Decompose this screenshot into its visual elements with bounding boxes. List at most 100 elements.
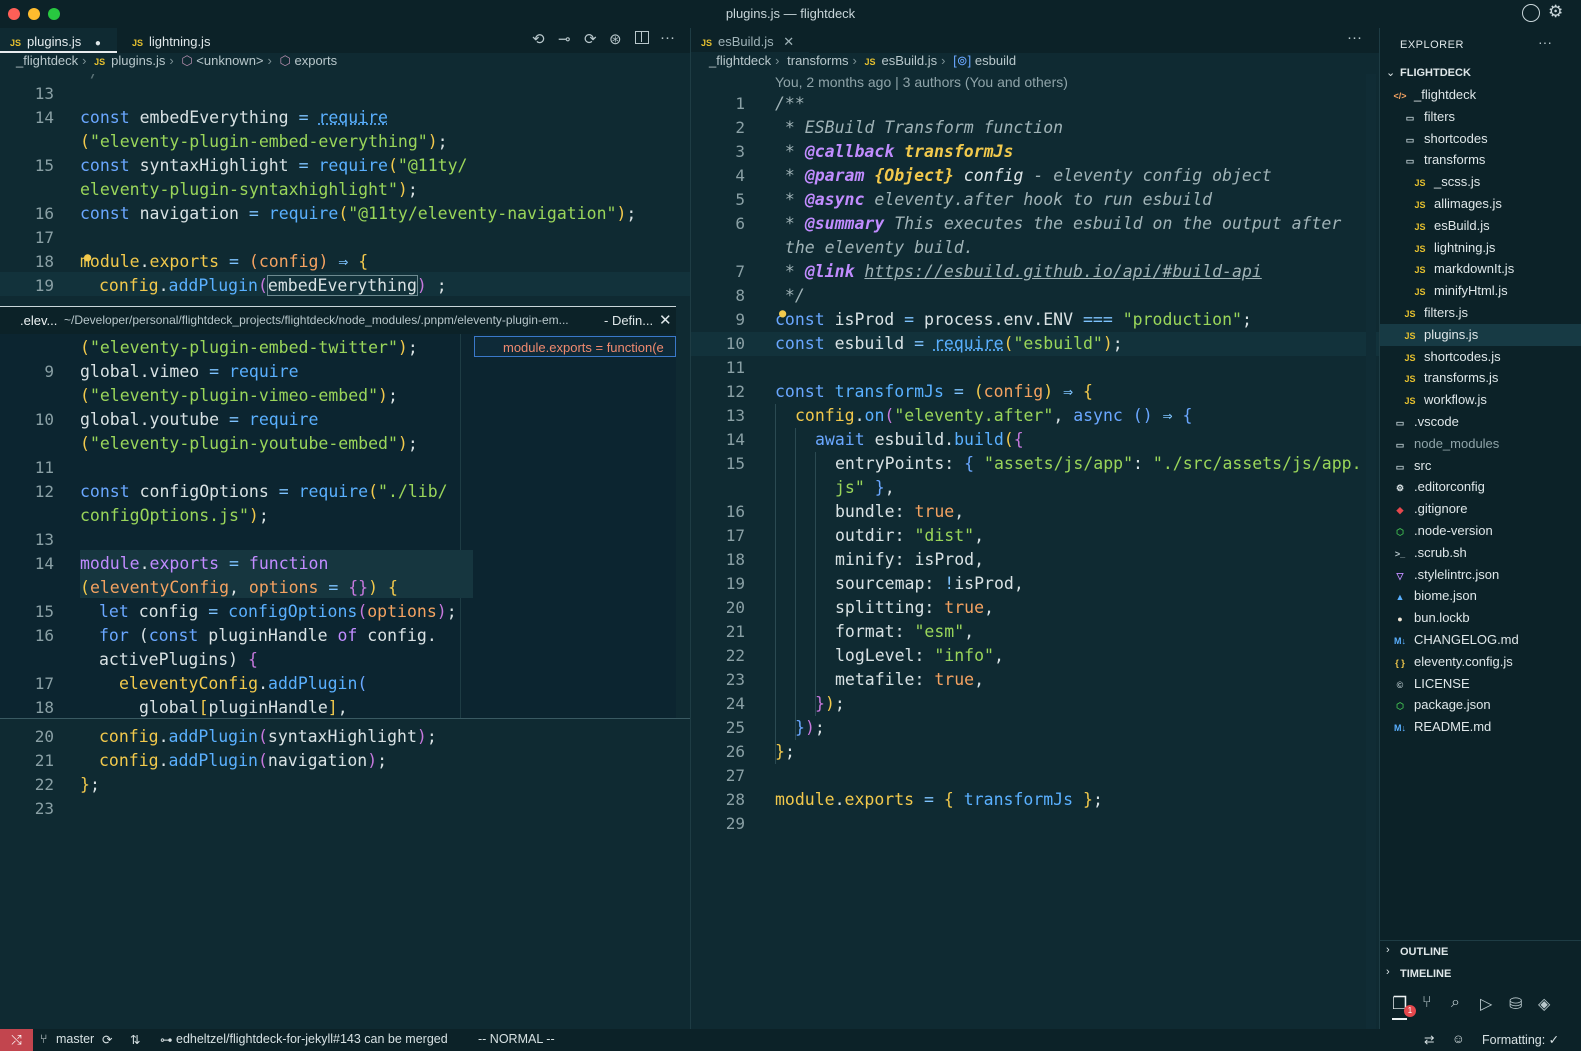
explorer-item[interactable]: >_ .scrub.sh <box>1380 542 1581 564</box>
source-control-icon[interactable]: ⑂ <box>1422 994 1432 1012</box>
left-code-top[interactable]: */ 13 14 const embedEverything = require… <box>0 74 690 306</box>
breadcrumb-item[interactable]: esBuild.js <box>882 53 938 68</box>
explorer-item[interactable]: M↓ README.md <box>1380 716 1581 738</box>
source-control-icon[interactable]: ⊛ <box>609 30 622 48</box>
copilot-icon[interactable]: ☺ <box>1452 1032 1465 1046</box>
explorer-item[interactable]: ▭ transforms <box>1380 149 1581 171</box>
breadcrumb-item[interactable]: exports <box>294 53 337 68</box>
explorer-item[interactable]: M↓ CHANGELOG.md <box>1380 629 1581 651</box>
split-editor-icon[interactable] <box>635 31 649 44</box>
explorer-item[interactable]: JS workflow.js <box>1380 389 1581 411</box>
line-number: 29 <box>725 814 745 833</box>
explorer-item[interactable]: JS allimages.js <box>1380 193 1581 215</box>
modified-dot-icon[interactable]: ● <box>95 38 101 49</box>
explorer-item[interactable]: ▭ .vscode <box>1380 411 1581 433</box>
peek-code[interactable]: module.exports = function(e ("eleventy-p… <box>0 334 676 718</box>
line-number: 5 <box>735 190 745 209</box>
explorer-item[interactable]: JS filters.js <box>1380 302 1581 324</box>
pull-request-status[interactable]: edheltzel/flightdeck-for-jekyll#143 can … <box>176 1032 448 1046</box>
explorer-item[interactable]: { } eleventy.config.js <box>1380 651 1581 673</box>
settings-gear-icon[interactable]: ⚙ <box>1548 2 1563 22</box>
chevron-right-icon[interactable]: › <box>1386 944 1390 956</box>
explorer-item[interactable]: ▲ biome.json <box>1380 585 1581 607</box>
git-blame-annotation[interactable]: You, 2 months ago | 3 authors (You and o… <box>775 74 1068 90</box>
more-actions-icon[interactable]: ··· <box>1538 34 1552 50</box>
line-number: 13 <box>725 406 745 425</box>
explorer-item[interactable]: ▭ src <box>1380 455 1581 477</box>
close-icon[interactable]: ✕ <box>659 311 672 329</box>
extensions-icon[interactable]: ◈ <box>1538 994 1550 1014</box>
explorer-item[interactable]: </> _flightdeck <box>1380 84 1581 106</box>
tab-lightning-js[interactable]: JS lightning.js <box>122 28 220 53</box>
line-number: 17 <box>34 228 54 247</box>
explorer-item-label: transforms.js <box>1424 370 1499 386</box>
go-back-icon[interactable]: ⟲ <box>532 30 545 48</box>
chevron-right-icon: › <box>775 53 780 68</box>
pull-request-icon[interactable]: ⇅ <box>130 1032 140 1047</box>
more-actions-icon[interactable]: ··· <box>660 29 675 46</box>
chevron-right-icon[interactable]: › <box>1386 966 1390 978</box>
explorer-item[interactable]: ▭ shortcodes <box>1380 128 1581 150</box>
explorer-item-label: .editorconfig <box>1414 479 1485 495</box>
explorer-item-label: minifyHtml.js <box>1434 283 1508 299</box>
tab-plugins-js[interactable]: JS plugins.js ● <box>0 28 117 53</box>
code-line: * @summary This executes the esbuild on … <box>775 214 1342 233</box>
explorer-item[interactable]: ◆ .gitignore <box>1380 498 1581 520</box>
explorer-item[interactable]: ▽ .stylelintrc.json <box>1380 564 1581 586</box>
outline-section[interactable]: OUTLINE <box>1400 946 1448 958</box>
more-actions-icon[interactable]: ··· <box>1347 29 1362 46</box>
peek-file-name[interactable]: .elev... <box>20 313 57 328</box>
remote-icon[interactable]: ⇄ <box>1424 1032 1434 1047</box>
chevron-down-icon[interactable]: ⌄ <box>1386 66 1395 79</box>
explorer-item[interactable]: ▭ node_modules <box>1380 433 1581 455</box>
run-debug-icon[interactable]: ▷ <box>1480 994 1492 1014</box>
code-line: await esbuild.build({ <box>815 430 1024 449</box>
breadcrumb-item[interactable]: esbuild <box>975 53 1016 68</box>
breadcrumb-item[interactable]: plugins.js <box>111 53 165 68</box>
workspace-root[interactable]: FLIGHTDECK <box>1400 67 1471 79</box>
explorer-item[interactable]: ⬡ .node-version <box>1380 520 1581 542</box>
breadcrumb-item[interactable]: <unknown> <box>196 53 263 68</box>
left-code-bottom[interactable]: 20 config.addPlugin(syntaxHighlight); 21… <box>0 718 690 1029</box>
folder-icon: ▭ <box>1395 439 1405 450</box>
sync-icon[interactable]: ⟳ <box>102 1032 112 1047</box>
breadcrumb-item[interactable]: _flightdeck <box>709 53 771 68</box>
explorer-item[interactable]: JS transforms.js <box>1380 367 1581 389</box>
breadcrumb-item[interactable]: transforms <box>787 53 848 68</box>
explorer-item[interactable]: JS esBuild.js <box>1380 215 1581 237</box>
divider <box>1380 940 1581 941</box>
git-commit-icon[interactable]: ⊸ <box>558 30 571 48</box>
right-code[interactable]: 1 /** 2 * ESBuild Transform function 3 *… <box>691 92 1379 1029</box>
explorer-item[interactable]: ⬡ package.json <box>1380 694 1581 716</box>
git-branch[interactable]: master <box>56 1032 94 1046</box>
explorer-item[interactable]: JS _scss.js <box>1380 171 1581 193</box>
line-number: 6 <box>735 214 745 233</box>
explorer-item[interactable]: JS markdownIt.js <box>1380 258 1581 280</box>
go-forward-icon[interactable]: ⟳ <box>584 30 597 48</box>
lightbulb-icon[interactable]: ● <box>779 306 786 320</box>
explorer-item[interactable]: JS minifyHtml.js <box>1380 280 1581 302</box>
code-line: ("eleventy-plugin-embed-twitter"); <box>80 338 418 357</box>
scrollbar[interactable] <box>1366 74 1376 1029</box>
explorer-item[interactable]: JS shortcodes.js <box>1380 346 1581 368</box>
explorer-item[interactable]: JS lightning.js <box>1380 237 1581 259</box>
search-icon[interactable]: ⌕ <box>1451 994 1460 1012</box>
explorer-item[interactable]: © LICENSE <box>1380 673 1581 695</box>
line-number: 18 <box>725 550 745 569</box>
explorer-item[interactable]: ⚙ .editorconfig <box>1380 476 1581 498</box>
timeline-section[interactable]: TIMELINE <box>1400 968 1451 980</box>
database-icon[interactable]: ⛁ <box>1509 994 1522 1014</box>
file-icon: ▲ <box>1395 592 1405 603</box>
explorer-item[interactable]: JS plugins.js <box>1380 323 1581 346</box>
remote-indicator-icon[interactable]: ⤭ <box>0 1029 33 1051</box>
close-tab-icon[interactable]: ✕ <box>783 34 794 49</box>
peek-result-item[interactable]: module.exports = function(e <box>474 336 676 357</box>
lightbulb-icon[interactable]: ● <box>84 250 91 264</box>
breadcrumb-item[interactable]: _flightdeck <box>16 53 78 68</box>
explorer-item[interactable]: ● bun.lockb <box>1380 607 1581 629</box>
code-line: */ <box>775 286 805 305</box>
account-icon[interactable] <box>1522 4 1540 22</box>
formatting-status[interactable]: Formatting: ✓ <box>1482 1032 1559 1047</box>
explorer-item[interactable]: ▭ filters <box>1380 106 1581 128</box>
tab-esbuild-js[interactable]: JS esBuild.js ✕ <box>691 28 809 53</box>
